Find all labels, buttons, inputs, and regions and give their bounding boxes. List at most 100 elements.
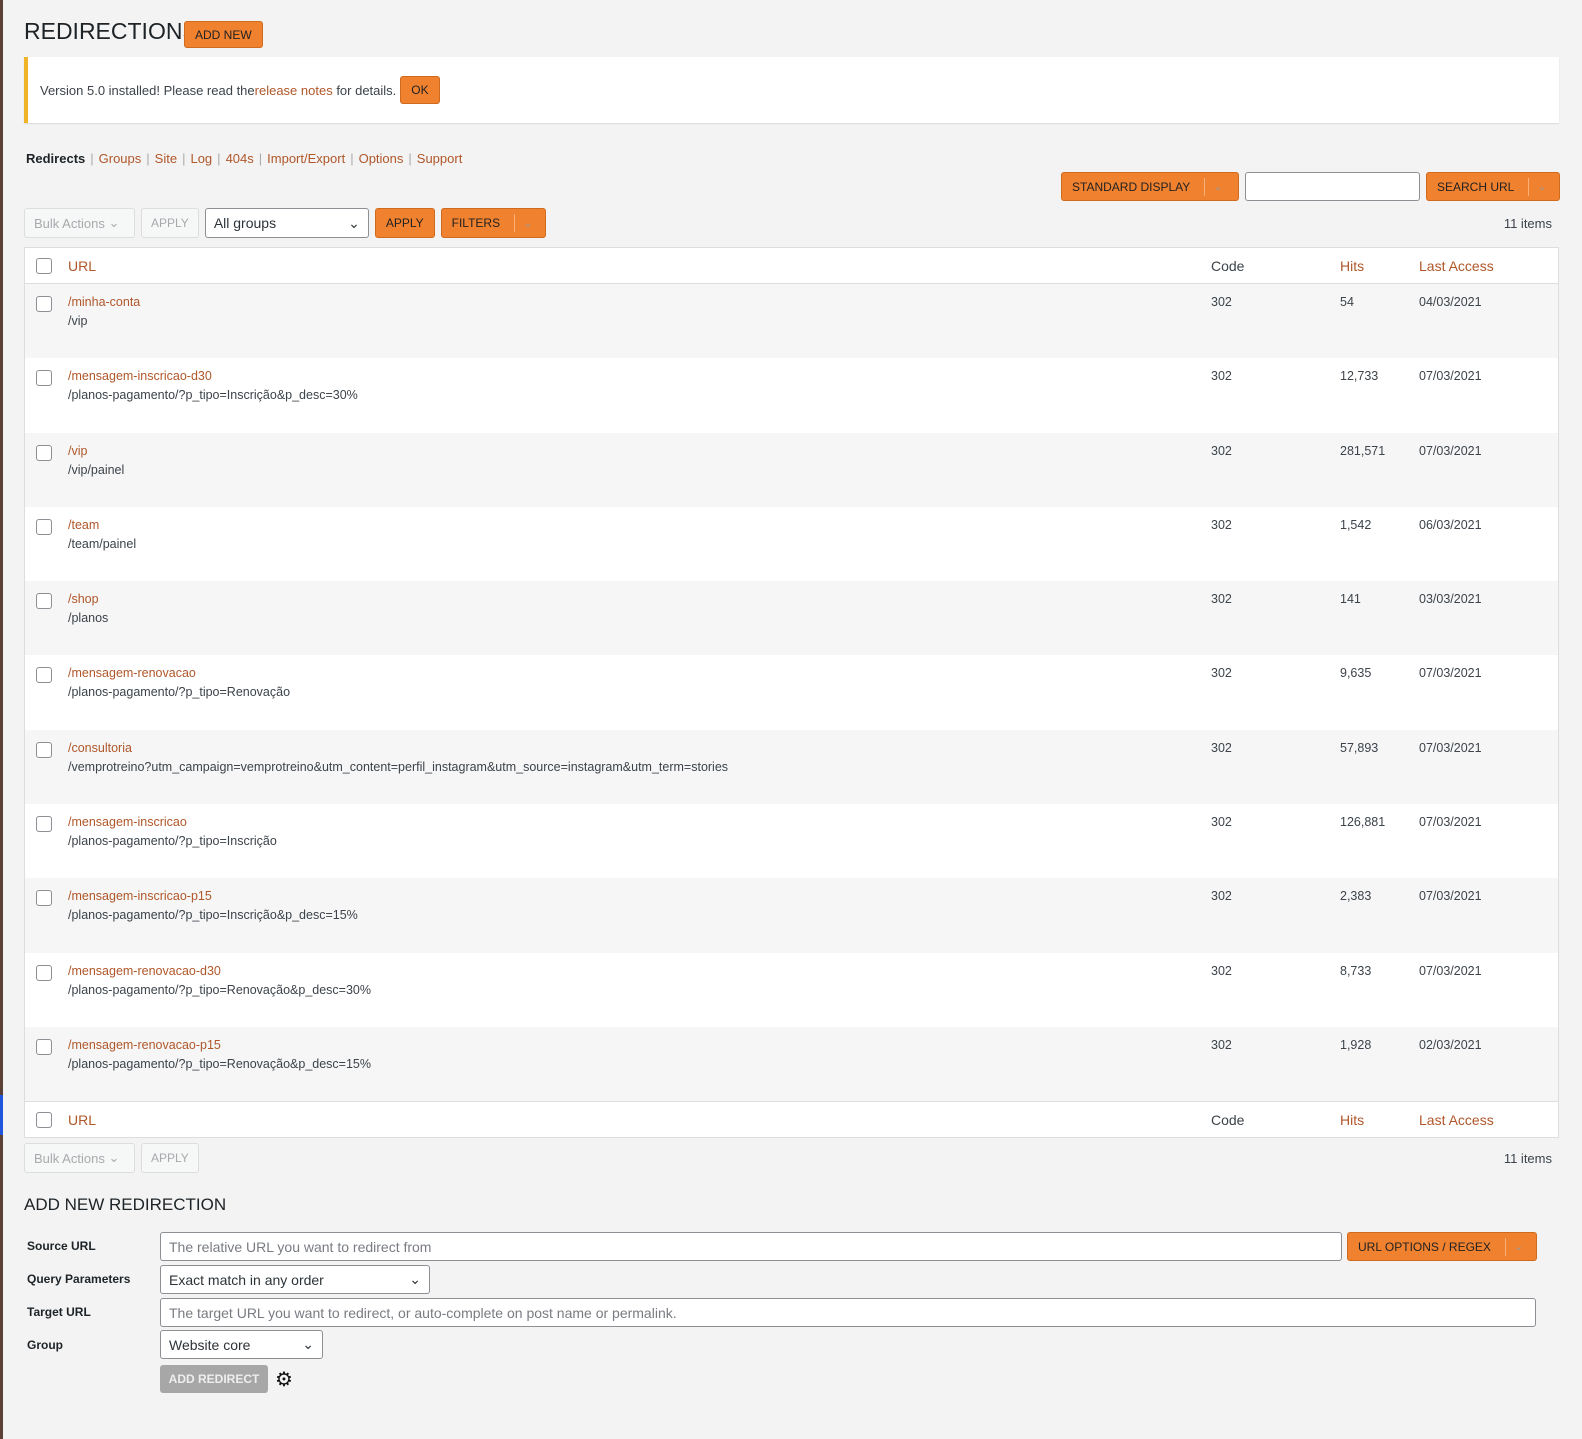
gear-icon[interactable]: ⚙	[275, 1367, 293, 1392]
target-url-label: Target URL	[27, 1305, 91, 1319]
row-checkbox[interactable]	[36, 518, 52, 535]
chevron-down-icon: ⌄	[1537, 181, 1547, 193]
hit-count: 141	[1340, 592, 1361, 607]
select-all-checkbox[interactable]	[36, 257, 52, 274]
add-redirection-heading: ADD NEW REDIRECTION	[24, 1195, 227, 1214]
column-url[interactable]: URL	[68, 1112, 96, 1128]
filters-button[interactable]: FILTERS ⌄	[440, 208, 546, 238]
table-row: /mensagem-renovacao /planos-pagamento/?p…	[25, 655, 1558, 729]
row-checkbox[interactable]	[36, 444, 52, 461]
chevron-down-icon: ⌄	[348, 214, 360, 231]
subnav-groups[interactable]: Groups	[99, 151, 142, 166]
column-url[interactable]: URL	[68, 258, 96, 274]
last-access: 02/03/2021	[1419, 1037, 1482, 1052]
status-code: 302	[1211, 889, 1232, 904]
release-notes-link[interactable]: release notes	[255, 83, 333, 98]
select-all-checkbox[interactable]	[36, 1111, 52, 1128]
status-code: 302	[1211, 369, 1232, 384]
active-indicator	[0, 1095, 3, 1135]
column-last-access[interactable]: Last Access	[1419, 258, 1494, 274]
chevron-down-icon: ⌄	[409, 1271, 421, 1287]
status-code: 302	[1211, 443, 1232, 458]
last-access: 07/03/2021	[1419, 889, 1482, 904]
subnav-support[interactable]: Support	[417, 151, 463, 166]
row-checkbox[interactable]	[36, 816, 52, 833]
hit-count: 54	[1340, 295, 1354, 309]
target-url: /vip	[68, 314, 88, 328]
table-footer: URL Code Hits Last Access	[25, 1101, 1558, 1137]
status-code: 302	[1211, 1037, 1232, 1052]
last-access: 07/03/2021	[1419, 666, 1482, 681]
item-count: 11 items	[1503, 1151, 1552, 1166]
chevron-down-icon: ⌄	[1513, 1241, 1524, 1253]
target-url: /vip/painel	[68, 462, 125, 477]
bulk-actions-label: Bulk Actions	[34, 215, 105, 231]
target-url: /vemprotreino?utm_campaign=vemprotreino&…	[68, 759, 729, 774]
subnav-separator: |	[350, 151, 354, 166]
query-parameters-value: Exact match in any order	[169, 1271, 324, 1288]
bulk-actions-select[interactable]: Bulk Actions ⌄	[24, 208, 135, 238]
hit-count: 57,893	[1340, 740, 1379, 755]
subnav-options[interactable]: Options	[359, 151, 404, 166]
url-options-button[interactable]: URL OPTIONS / REGEX ⌄	[1347, 1232, 1537, 1261]
display-mode-dropdown[interactable]: STANDARD DISPLAY ⌄	[1061, 172, 1239, 201]
bulk-apply-button[interactable]: APPLY	[141, 1143, 199, 1173]
table-row: /shop /planos 302 141 03/03/2021	[25, 581, 1558, 656]
subnav-separator: |	[146, 151, 150, 166]
row-checkbox[interactable]	[36, 296, 52, 312]
source-url-link[interactable]: /mensagem-renovacao-d30	[68, 964, 221, 978]
query-parameters-select[interactable]: Exact match in any order ⌄	[160, 1265, 430, 1294]
row-checkbox[interactable]	[36, 667, 52, 684]
add-new-button[interactable]: ADD NEW	[184, 21, 263, 48]
column-last-access[interactable]: Last Access	[1419, 1112, 1494, 1128]
source-url-link[interactable]: /mensagem-renovacao-p15	[68, 1038, 221, 1052]
column-hits[interactable]: Hits	[1340, 258, 1364, 274]
subnav-import-export[interactable]: Import/Export	[267, 151, 345, 166]
ok-button[interactable]: OK	[400, 76, 440, 104]
admin-sidebar-edge	[0, 0, 3, 1439]
source-url-link[interactable]: /mensagem-inscricao-d30	[68, 369, 212, 383]
subnav-site[interactable]: Site	[155, 151, 177, 166]
subnav-redirects[interactable]: Redirects	[26, 151, 85, 166]
status-code: 302	[1211, 295, 1232, 309]
source-url-input[interactable]: The relative URL you want to redirect fr…	[160, 1232, 1342, 1261]
source-url-label: Source URL	[27, 1239, 96, 1253]
source-url-link[interactable]: /consultoria	[68, 741, 132, 755]
top-toolbar: STANDARD DISPLAY ⌄ SEARCH URL ⌄	[1061, 172, 1560, 201]
row-checkbox[interactable]	[36, 593, 52, 610]
source-url-link[interactable]: /minha-conta	[68, 295, 140, 309]
row-checkbox[interactable]	[36, 741, 52, 758]
bulk-actions-select[interactable]: Bulk Actions ⌄	[24, 1143, 135, 1173]
row-checkbox[interactable]	[36, 1038, 52, 1055]
target-url-input[interactable]: The target URL you want to redirect, or …	[160, 1298, 1536, 1327]
search-url-button[interactable]: SEARCH URL ⌄	[1426, 172, 1560, 201]
source-url-link[interactable]: /mensagem-inscricao	[68, 815, 187, 829]
group-filter-select[interactable]: All groups ⌄	[204, 208, 369, 238]
subnav-404s[interactable]: 404s	[226, 151, 254, 166]
subnav-separator: |	[408, 151, 412, 166]
group-select[interactable]: Website core ⌄	[160, 1330, 323, 1359]
row-checkbox[interactable]	[36, 890, 52, 907]
source-url-link[interactable]: /team	[68, 518, 99, 532]
subnav-separator: |	[90, 151, 94, 166]
add-redirect-button[interactable]: ADD REDIRECT	[160, 1365, 268, 1393]
bulk-apply-button[interactable]: APPLY	[141, 208, 199, 238]
source-url-link[interactable]: /vip	[68, 444, 87, 458]
source-url-link[interactable]: /mensagem-renovacao	[68, 666, 196, 680]
source-url-link[interactable]: /mensagem-inscricao-p15	[68, 889, 212, 903]
table-row: /mensagem-inscricao-p15 /planos-pagament…	[25, 878, 1558, 953]
target-url: /team/painel	[68, 536, 137, 551]
table-toolbar: Bulk Actions ⌄ APPLY All groups ⌄ APPLY F…	[24, 208, 546, 238]
group-apply-button[interactable]: APPLY	[374, 208, 435, 238]
subnav-log[interactable]: Log	[190, 151, 212, 166]
row-checkbox[interactable]	[36, 964, 52, 981]
source-url-link[interactable]: /shop	[68, 592, 99, 606]
column-hits[interactable]: Hits	[1340, 1112, 1364, 1128]
bulk-actions-label: Bulk Actions	[34, 1150, 105, 1166]
table-row: /minha-conta /vip 302 54 04/03/2021	[25, 284, 1558, 359]
redirects-table: URL Code Hits Last Access /minha-conta /…	[24, 247, 1559, 1139]
search-input[interactable]	[1245, 172, 1420, 201]
row-checkbox[interactable]	[36, 370, 52, 387]
table-row: /mensagem-renovacao-d30 /planos-pagament…	[25, 953, 1558, 1027]
chevron-down-icon: ⌄	[108, 215, 120, 230]
